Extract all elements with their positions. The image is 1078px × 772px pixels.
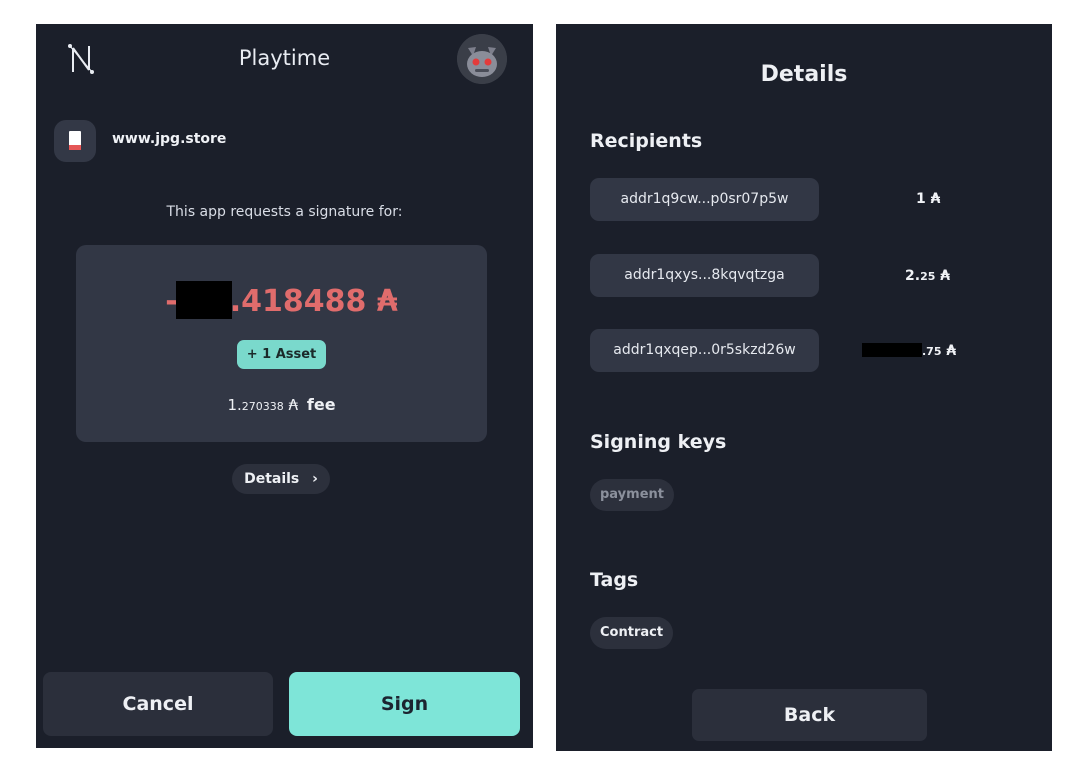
recipient-address[interactable]: addr1q9cw...p0sr07p5w: [590, 178, 819, 221]
details-button[interactable]: Details ›: [232, 464, 330, 494]
cancel-button[interactable]: Cancel: [43, 672, 273, 736]
site-url: www.jpg.store: [112, 131, 227, 147]
back-button[interactable]: Back: [692, 689, 927, 741]
redacted-block: [862, 343, 922, 357]
sign-button[interactable]: Sign: [289, 672, 520, 736]
request-description: This app requests a signature for:: [166, 204, 403, 220]
ada-symbol: ₳: [288, 396, 299, 414]
signing-key-badge: payment: [590, 479, 674, 511]
signing-keys-heading: Signing keys: [590, 431, 727, 453]
sign-request-panel: Playtime www.jpg.store This app requests…: [36, 24, 533, 748]
tag-badge: Contract: [590, 617, 674, 649]
recipient-amount: 2.25 ₳: [905, 268, 950, 284]
chevron-right-icon: ›: [312, 471, 318, 487]
site-favicon: [54, 120, 96, 162]
recipient-address[interactable]: addr1qxys...8kqvqtzga: [590, 254, 819, 297]
transaction-summary-card: - .418488 ₳ + 1 Asset 1.270338 ₳ fee: [76, 245, 487, 442]
redacted-block: [175, 281, 232, 319]
details-panel: Details Recipients addr1q9cw...p0sr07p5w…: [556, 24, 1052, 751]
fee-text: 1.270338 ₳ fee: [227, 395, 336, 414]
recipient-amount: 1 ₳: [916, 191, 941, 207]
recipients-heading: Recipients: [590, 130, 703, 152]
account-avatar[interactable]: [457, 34, 507, 84]
recipient-amount: .75 ₳: [862, 343, 956, 359]
asset-badge[interactable]: + 1 Asset: [237, 340, 326, 369]
tags-heading: Tags: [590, 569, 639, 591]
transaction-amount: - .418488 ₳: [76, 281, 487, 319]
monster-avatar-icon: [457, 34, 507, 84]
page-title: Details: [760, 62, 848, 87]
recipient-address[interactable]: addr1qxqep...0r5skzd26w: [590, 329, 819, 372]
